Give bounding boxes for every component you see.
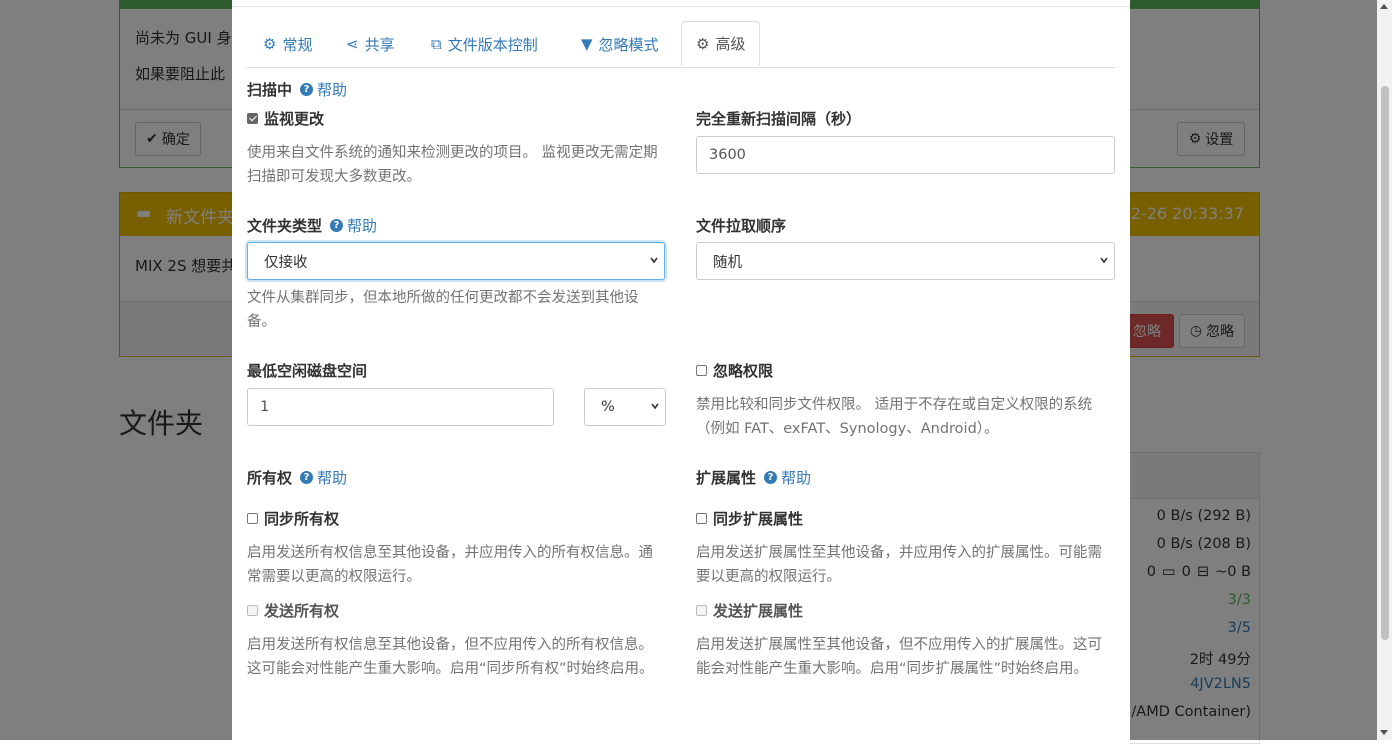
tab-ignore-patterns[interactable]: ▼ 忽略模式 [581,22,659,66]
copy-icon: ⧉ [431,35,442,53]
ownership-heading: 所有权 ? 帮助 [247,467,347,488]
folder-type-label: 文件夹类型 ? 帮助 [247,215,377,236]
gear-icon: ⚙ [263,35,277,53]
chevron-down-icon [1100,257,1108,264]
chevron-down-icon [651,403,659,410]
sync-xattrs-checkbox[interactable]: 同步扩展属性 [696,508,803,529]
rescan-interval-input[interactable]: 3600 [696,136,1115,174]
sync-ownership-label: 同步所有权 [264,510,340,528]
sync-ownership-desc: 启用发送所有权信息至其他设备，并应用传入的所有权信息。通常需要以更高的权限运行。 [247,545,653,585]
rescan-interval-value: 3600 [709,147,746,163]
question-circle-icon: ? [764,471,778,484]
folder-type-label-text: 文件夹类型 [247,217,323,235]
share-icon: ⋖ [346,35,359,53]
tab-general-label: 常规 [282,35,313,54]
ignore-permissions-label: 忽略权限 [713,362,774,380]
send-xattrs-desc: 启用发送扩展属性至其他设备，但不应用传入的扩展属性。这可能会对性能产生重大影响。… [696,637,1102,677]
folder-type-help-label: 帮助 [347,217,378,235]
sync-xattrs-desc: 启用发送扩展属性至其他设备，并应用传入的扩展属性。可能需要以更高的权限运行。 [696,545,1102,585]
pull-order-label: 文件拉取顺序 [696,215,786,236]
scanning-heading-text: 扫描中 [247,81,293,99]
scroll-down-arrow-icon[interactable] [1380,730,1388,735]
question-circle-icon: ? [300,471,314,484]
tab-general[interactable]: ⚙ 常规 [263,22,312,66]
scroll-up-arrow-icon[interactable] [1380,4,1388,9]
ownership-help-label: 帮助 [317,469,348,487]
send-xattrs-checkbox[interactable]: 发送扩展属性 [696,600,803,621]
min-disk-unit-value: % [601,399,615,415]
send-ownership-checkbox[interactable]: 发送所有权 [247,600,339,621]
ownership-help-link[interactable]: ? 帮助 [300,467,347,488]
watch-changes-label: 监视更改 [264,110,325,128]
send-ownership-check[interactable] [247,605,258,616]
folder-type-select[interactable]: 仅接收 [247,242,665,280]
scanning-help-label: 帮助 [317,81,348,99]
chevron-down-icon [650,257,658,264]
scanning-heading: 扫描中 ? 帮助 [247,79,347,100]
send-ownership-label: 发送所有权 [264,602,340,620]
scanning-help-link[interactable]: ? 帮助 [300,79,347,100]
watch-changes-check[interactable] [247,113,258,124]
min-disk-unit-select[interactable]: % [584,388,666,426]
gears-icon: ⚙ [696,34,710,53]
watch-changes-checkbox[interactable]: 监视更改 [247,108,324,129]
tab-advanced[interactable]: ⚙ 高级 [681,21,761,66]
question-circle-icon: ? [330,219,344,232]
modal-header-divider [232,6,1130,7]
folder-edit-modal: ⚙ 常规 ⋖ 共享 ⧉ 文件版本控制 ▼ 忽略模式 ⚙ 高级 扫描中 ? 帮助 监视更改 使… [232,0,1130,750]
min-disk-label: 最低空闲磁盘空间 [247,360,367,381]
sync-xattrs-label: 同步扩展属性 [713,510,804,528]
tab-versioning-label: 文件版本控制 [447,35,538,54]
pull-order-value: 随机 [713,254,742,271]
min-disk-label-text: 最低空闲磁盘空间 [247,362,368,380]
page-scrollbar[interactable] [1377,0,1392,740]
xattrs-help-label: 帮助 [781,469,812,487]
tab-ignore-patterns-label: 忽略模式 [598,35,659,54]
folder-type-help-link[interactable]: ? 帮助 [330,215,377,236]
xattrs-help-link[interactable]: ? 帮助 [764,467,811,488]
watch-changes-desc: 使用来自文件系统的通知来检测更改的项目。 监视更改无需定期扫描即可发现大多数更改… [247,145,658,185]
tab-sharing-label: 共享 [364,35,395,54]
min-disk-input[interactable]: 1 [247,388,554,426]
ownership-heading-text: 所有权 [247,469,293,487]
min-disk-value: 1 [260,399,270,415]
send-xattrs-label: 发送扩展属性 [713,602,804,620]
sync-ownership-check[interactable] [247,513,258,524]
filter-icon: ▼ [581,35,593,53]
pull-order-label-text: 文件拉取顺序 [696,217,787,235]
ignore-permissions-desc: 禁用比较和同步文件权限。 适用于不存在或自定义权限的系统（例如 FAT、exFA… [696,397,1093,437]
rescan-interval-label-text: 完全重新扫描间隔（秒） [696,110,862,128]
ignore-permissions-checkbox[interactable]: 忽略权限 [696,360,773,381]
xattrs-heading: 扩展属性 ? 帮助 [696,467,811,488]
tab-versioning[interactable]: ⧉ 文件版本控制 [431,22,538,66]
pull-order-select[interactable]: 随机 [696,242,1115,280]
folder-type-value: 仅接收 [264,254,308,271]
modal-tabs: ⚙ 常规 ⋖ 共享 ⧉ 文件版本控制 ▼ 忽略模式 ⚙ 高级 [247,21,1115,68]
xattrs-heading-text: 扩展属性 [696,469,757,487]
send-ownership-desc: 启用发送所有权信息至其他设备，但不应用传入的所有权信息。这可能会对性能产生重大影… [247,637,654,677]
tab-sharing[interactable]: ⋖ 共享 [346,22,395,66]
send-xattrs-check[interactable] [696,605,707,616]
rescan-interval-label: 完全重新扫描间隔（秒） [696,108,861,129]
scrollbar-thumb[interactable] [1381,86,1389,640]
question-circle-icon: ? [300,83,314,96]
sync-xattrs-check[interactable] [696,513,707,524]
folder-type-desc: 文件从集群同步，但本地所做的任何更改都不会发送到其他设备。 [247,290,639,330]
tab-advanced-label: 高级 [715,35,746,53]
sync-ownership-checkbox[interactable]: 同步所有权 [247,508,339,529]
ignore-permissions-check[interactable] [696,365,707,376]
